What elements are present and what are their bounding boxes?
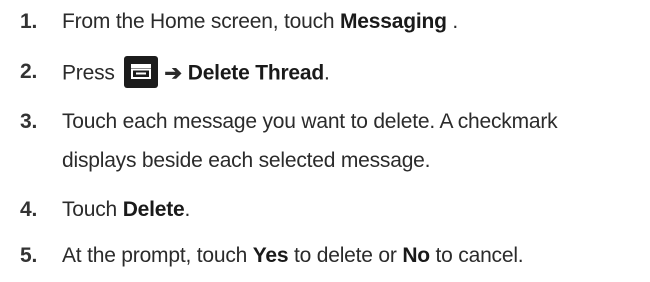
delete-label: Delete [122,198,185,221]
menu-key-icon [124,56,159,88]
step-text: Touch each message you want to delete. A… [62,110,558,172]
step-number: 5. [20,244,38,267]
delete-thread-label: Delete Thread [187,61,325,85]
step-number: 4. [20,198,38,221]
no-label: No [402,244,430,267]
step-text: Touch Delete. [62,198,191,221]
messaging-label: Messaging [340,10,447,33]
step-text: Press ➔ Delete Thread. [62,56,330,90]
step-text: At the prompt, touch Yes to delete or No… [62,244,524,267]
arrow-icon: ➔ [164,61,182,85]
step-text: From the Home screen, touch Messaging . [62,10,459,33]
yes-label: Yes [252,244,289,267]
instruction-steps: 1. From the Home screen, touch Messaging… [0,0,650,282]
step-number: 2. [20,60,38,83]
step-number: 1. [20,10,38,33]
step-number: 3. [20,110,38,133]
